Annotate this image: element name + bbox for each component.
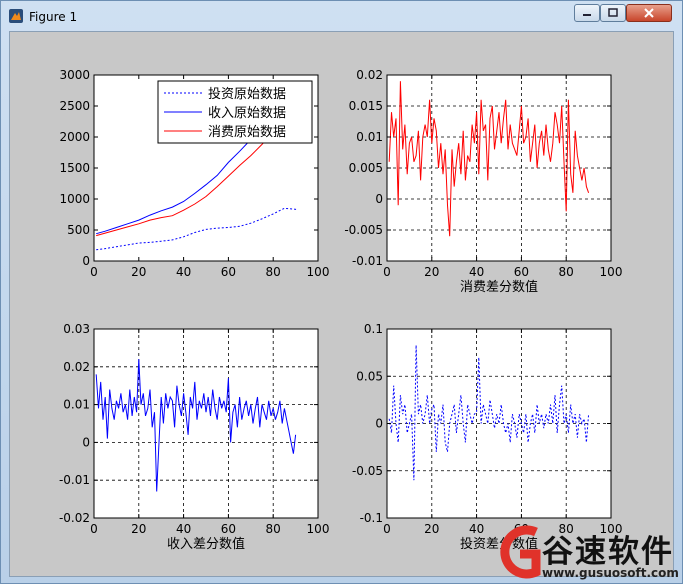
y-tick-label: 0.03 [63, 322, 90, 336]
x-tick-label: 80 [266, 265, 281, 279]
y-tick-label: 0.05 [356, 369, 383, 383]
y-tick-label: -0.01 [352, 254, 383, 268]
y-tick-label: 2000 [59, 130, 90, 144]
watermark-title: 谷速软件 [542, 534, 674, 570]
figure-window: Figure 1 0 20 40 60 80 100 0 500 1000 1500 2000 250… [0, 0, 683, 584]
y-tick-label: -0.005 [344, 223, 383, 237]
x-tick-label: 40 [469, 522, 484, 536]
x-tick-label: 20 [424, 522, 439, 536]
y-tick-label: 0.005 [349, 161, 383, 175]
y-tick-label: 0.02 [63, 360, 90, 374]
x-tick-label: 60 [514, 265, 529, 279]
raw-data-plot: 0 20 40 60 80 100050010001500200025003000投资原始… [59, 68, 329, 279]
x-tick-label: 60 [221, 522, 236, 536]
minimize-button[interactable] [574, 4, 600, 22]
plot-area [387, 75, 611, 261]
income-diff-plot: 0 20 40 60 80 100 -0.02 -0.01 0 0.01 0.02 0.03 收入差分数… [59, 322, 330, 552]
y-tick-label: 0 [375, 192, 383, 206]
brand-logo-icon [500, 525, 541, 579]
minimize-icon [583, 14, 591, 16]
y-tick-label: 0.015 [349, 99, 383, 113]
y-tick-label: -0.01 [59, 473, 90, 487]
y-tick-label: 0 [375, 417, 383, 431]
x-tick-label: 100 [307, 522, 330, 536]
investment-diff-plot: 0 20 40 60 80 100-0.1-0.0500.050.1投资差分数值 [352, 322, 623, 552]
legend-label: 投资原始数据 [208, 86, 286, 102]
watermark: 谷速软件 www.gusuosoft.com [498, 524, 683, 584]
x-axis-label: 收入差分数值 [167, 536, 245, 552]
x-tick-label: 80 [266, 522, 281, 536]
y-tick-label: 500 [67, 223, 90, 237]
legend: 投资原始数据收入原始数据消费原始数据 [157, 80, 313, 144]
window-title: Figure 1 [29, 10, 78, 24]
x-tick-label: 0 [90, 265, 98, 279]
x-tick-label: 20 [131, 522, 146, 536]
consumption-diff-plot: 0 20 40 60 80 100 -0.01 -0.005 0 0.005 0.01 0.015 0.… [344, 68, 622, 295]
x-tick-label: 20 [131, 265, 146, 279]
y-tick-label: 0.1 [364, 322, 383, 336]
plots-svg: 0 20 40 60 80 100050010001500200025003000投资原始… [59, 68, 623, 552]
y-tick-label: 0 [82, 435, 90, 449]
y-tick-label: 0 [82, 254, 90, 268]
x-tick-label: 80 [559, 265, 574, 279]
plot-area [94, 329, 318, 518]
x-tick-label: 40 [176, 265, 191, 279]
x-tick-label: 20 [424, 265, 439, 279]
watermark-url: www.gusuosoft.com [542, 566, 679, 580]
close-button[interactable] [626, 4, 672, 22]
y-tick-label: -0.02 [59, 511, 90, 525]
y-tick-label: -0.1 [360, 511, 383, 525]
y-tick-label: 3000 [59, 68, 90, 82]
x-tick-label: 0 [383, 522, 391, 536]
title-bar[interactable]: Figure 1 [1, 1, 682, 31]
y-tick-label: 2500 [59, 99, 90, 113]
y-tick-label: 0.01 [63, 398, 90, 412]
legend-label: 消费原始数据 [208, 125, 286, 140]
x-axis-label: 消费差分数值 [460, 279, 538, 295]
legend-label: 收入原始数据 [208, 106, 286, 121]
maximize-button[interactable] [600, 4, 626, 22]
matlab-icon [9, 9, 23, 23]
x-tick-label: 100 [600, 265, 623, 279]
y-tick-label: 0.02 [356, 68, 383, 82]
plot-area [387, 329, 611, 518]
y-tick-label: 1500 [59, 161, 90, 175]
y-tick-label: -0.05 [352, 464, 383, 478]
x-tick-label: 40 [469, 265, 484, 279]
x-tick-label: 40 [176, 522, 191, 536]
x-tick-label: 60 [221, 265, 236, 279]
x-tick-label: 0 [383, 265, 391, 279]
figure-canvas: 0 20 40 60 80 100 0 500 1000 1500 2000 2500 3000 投资原始… [9, 31, 674, 577]
x-tick-label: 100 [307, 265, 330, 279]
maximize-icon [608, 8, 618, 17]
x-tick-label: 0 [90, 522, 98, 536]
close-icon [644, 8, 654, 18]
y-tick-label: 1000 [59, 192, 90, 206]
y-tick-label: 0.01 [356, 130, 383, 144]
